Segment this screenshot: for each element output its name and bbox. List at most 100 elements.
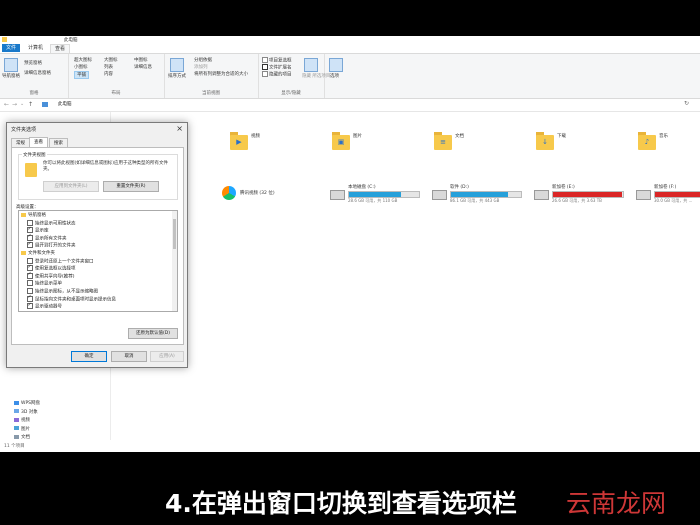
checkbox[interactable] [27, 302, 33, 310]
hide-selected-icon[interactable] [304, 58, 318, 72]
tencent-video-icon[interactable] [222, 186, 236, 200]
sort-icon[interactable] [170, 58, 184, 72]
folder-options-dialog: 文件夹选项 × 常规 查看 搜索 文件夹视图 你可以将此视图(如详细信息或图标)… [6, 122, 188, 368]
settings-option[interactable]: 始终显示可用性状态 [27, 219, 76, 227]
settings-option-label: 使用共享向导(推荐) [35, 274, 75, 280]
scrollbar-thumb[interactable] [173, 219, 176, 249]
apply-button[interactable]: 应用(A) [150, 351, 184, 362]
checkbox[interactable] [27, 226, 33, 234]
settings-option[interactable]: 登录时还原上一个文件夹窗口 [27, 257, 94, 265]
folder-item[interactable]: ▶ [230, 132, 248, 150]
file-extensions-toggle[interactable]: 文件扩展名 [262, 64, 292, 71]
settings-option[interactable]: 使用共享向导(推荐) [27, 271, 75, 280]
folder-glyph-icon: ▣ [337, 138, 345, 146]
checkbox[interactable] [27, 233, 33, 241]
settings-option[interactable]: 显示所有文件夹 [27, 233, 67, 242]
settings-option[interactable]: 展开到打开的文件夹 [27, 241, 76, 249]
restore-defaults-button[interactable]: 还原为默认值(D) [128, 328, 178, 339]
drive-name: 新加卷 (F:) [654, 185, 677, 190]
details-pane-button[interactable]: 详细信息窗格 [24, 70, 51, 76]
item-checkboxes-toggle[interactable]: 项目复选框 [262, 57, 292, 64]
checkbox[interactable] [27, 280, 33, 287]
tab-view[interactable]: 查看 [50, 44, 71, 53]
cancel-button[interactable]: 取消 [111, 351, 147, 362]
settings-option-label: 鼠标指向文件夹和桌面项时显示提示信息 [35, 297, 116, 303]
nav-item[interactable]: 文档 [14, 434, 30, 440]
settings-option[interactable]: 始终显示图标，从不显示缩略图 [27, 288, 98, 295]
nav-pane-icon[interactable] [4, 58, 18, 72]
settings-option-label: 始终显示可用性状态 [35, 221, 76, 227]
folder-icon [2, 37, 7, 42]
back-icon[interactable]: ← [4, 101, 9, 108]
drive-usage-bar [654, 191, 700, 198]
checkbox[interactable] [27, 288, 33, 294]
layout-large-icons[interactable]: 大图标 [104, 57, 118, 63]
folder-item[interactable]: ↓ [536, 132, 554, 150]
settings-option-label: 展开到打开的文件夹 [35, 243, 76, 249]
checkbox[interactable] [27, 241, 33, 249]
nav-item-label: 视频 [21, 418, 30, 423]
nav-item[interactable]: 图片 [14, 426, 30, 432]
checkbox[interactable] [27, 264, 33, 272]
settings-option[interactable]: 显示驱动器号 [27, 302, 62, 310]
forward-icon[interactable]: → [12, 101, 17, 108]
drive-name: 软件 (D:) [450, 185, 469, 190]
address-path[interactable]: 此电脑 [58, 101, 72, 107]
checkbox[interactable] [27, 219, 33, 226]
layout-details[interactable]: 详细信息 [134, 64, 152, 70]
options-button[interactable]: 选项 [330, 73, 339, 79]
ribbon-tabs: 文件 计算机 查看 [0, 44, 700, 54]
nav-item[interactable]: WPS网盘 [14, 400, 40, 406]
preview-pane-button[interactable]: 预览窗格 [24, 60, 42, 66]
advanced-settings-list[interactable]: 导航窗格始终显示可用性状态显示库显示所有文件夹展开到打开的文件夹文件和文件夹登录… [18, 210, 178, 312]
layout-content[interactable]: 内容 [104, 71, 113, 77]
close-icon[interactable]: × [176, 124, 183, 133]
scrollbar[interactable] [172, 211, 177, 311]
layout-medium-icons[interactable]: 中图标 [134, 57, 148, 63]
nav-item-icon [14, 400, 19, 405]
layout-tiles[interactable]: 平铺 [74, 71, 89, 79]
tab-file[interactable]: 文件 [2, 44, 21, 52]
group-title-layout: 布局 [111, 91, 121, 96]
checkbox[interactable] [27, 294, 33, 302]
add-column-button[interactable]: 添加列 [194, 64, 208, 70]
layout-list[interactable]: 列表 [104, 64, 113, 70]
settings-option[interactable]: 鼠标指向文件夹和桌面项时显示提示信息 [27, 294, 116, 303]
folder-item[interactable]: ♪ [638, 132, 656, 150]
chevron-down-icon[interactable]: ⌄ [20, 101, 24, 107]
hidden-items-toggle[interactable]: 隐藏的项目 [262, 71, 292, 78]
nav-pane-button[interactable]: 导航窗格 [2, 73, 20, 79]
settings-option[interactable]: 始终显示菜单 [27, 280, 62, 287]
options-icon[interactable] [329, 58, 343, 72]
settings-option-label: 显示驱动器号 [35, 304, 62, 310]
folder-item[interactable]: ▣ [332, 132, 350, 150]
up-icon[interactable]: ↑ [28, 101, 33, 108]
nav-item[interactable]: 视频 [14, 417, 30, 423]
drive-item[interactable]: 软件 (D:) 86.1 GB 可用，共 443 GB [432, 184, 522, 208]
drive-item[interactable]: 本地磁盘 (C:) 28.6 GB 可用，共 110 GB [330, 184, 420, 208]
layout-xl-icons[interactable]: 超大图标 [74, 57, 92, 63]
dialog-title: 文件夹选项 [11, 127, 37, 133]
ribbon-group-show-hide: 项目复选框 文件扩展名 隐藏的项目 隐藏 所选项目 显示/隐藏 [258, 54, 330, 98]
checkbox[interactable] [27, 257, 33, 264]
tab-computer[interactable]: 计算机 [24, 44, 47, 52]
nav-item[interactable]: 3D 对象 [14, 409, 38, 415]
step-caption: 4.在弹出窗口切换到查看选项栏 [165, 489, 517, 518]
fit-columns-button[interactable]: 将所有列调整为合适的大小 [194, 71, 248, 77]
ok-button[interactable]: 确定 [71, 351, 107, 362]
address-bar: ← → ⌄ ↑ 此电脑 ↻ [0, 99, 700, 112]
group-by-button[interactable]: 分组依据 [194, 57, 212, 63]
settings-option[interactable]: 使用复选框以选择项 [27, 264, 76, 272]
refresh-icon[interactable]: ↻ [684, 100, 689, 107]
sort-button[interactable]: 排序方式 [168, 73, 186, 79]
reset-folders-button[interactable]: 重置文件夹(R) [103, 181, 159, 192]
checkbox[interactable] [27, 271, 33, 279]
folder-glyph-icon: ≡ [440, 138, 446, 146]
apply-to-folders-button[interactable]: 应用到文件夹(L) [43, 181, 99, 192]
drive-name: 本地磁盘 (C:) [348, 185, 376, 190]
folder-label: 文档 [455, 134, 464, 139]
layout-small-icons[interactable]: 小图标 [74, 64, 88, 70]
drive-item[interactable]: 新加卷 (F:) 30.0 GB 可用，共 ... [636, 184, 700, 208]
folder-item[interactable]: ≡ [434, 132, 452, 150]
drive-item[interactable]: 新加卷 (E:) 26.6 GB 可用，共 3.63 TB [534, 184, 624, 208]
